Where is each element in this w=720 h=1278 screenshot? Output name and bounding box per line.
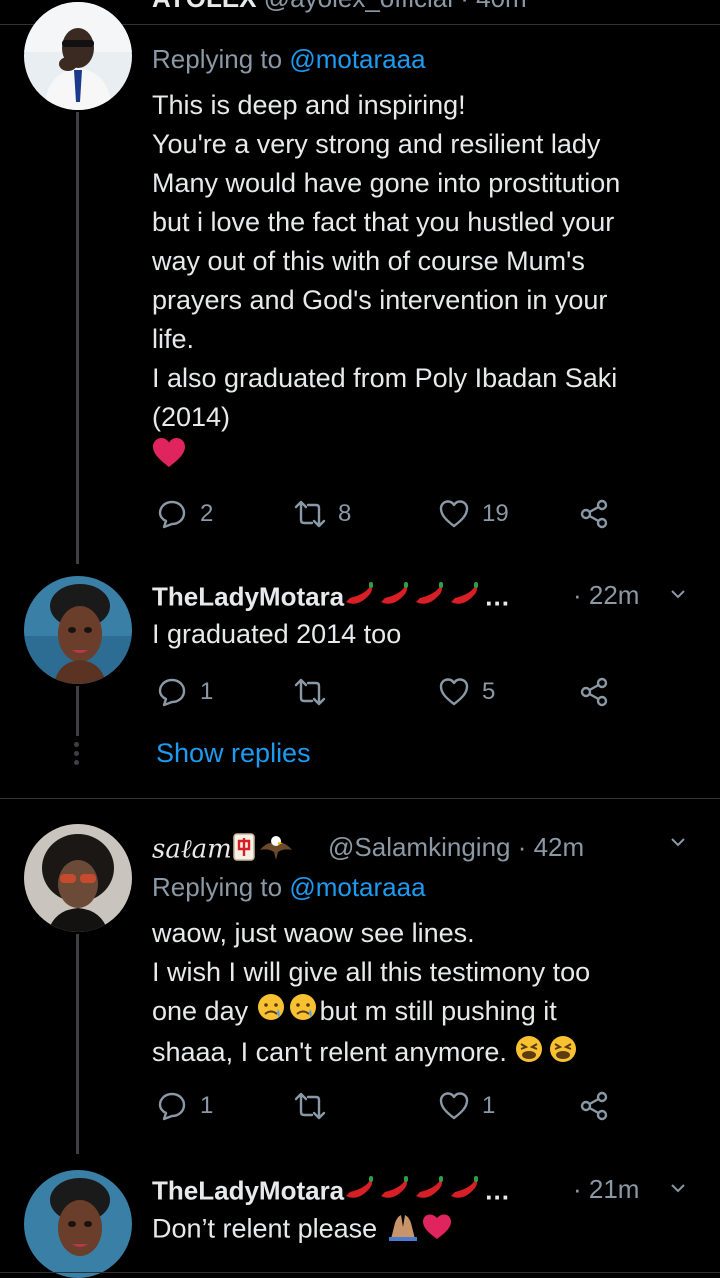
tweet2-time[interactable]: · 22m xyxy=(573,580,639,611)
share-button[interactable] xyxy=(578,1086,610,1126)
tweet1-line: life. xyxy=(152,324,195,354)
tweet3-handle-time[interactable]: @Salamkinging · 42m xyxy=(328,832,584,863)
tweet1-line: I also graduated from Poly Ibadan Saki xyxy=(152,363,618,393)
like-button[interactable]: 1 xyxy=(438,1086,495,1126)
chevron-down-icon[interactable] xyxy=(670,834,686,850)
tweet3-author-name[interactable]: saℓam xyxy=(152,834,232,864)
tweet1-actions: 2 8 19 xyxy=(152,494,622,534)
tweet3-line-part: shaaa, I can't relent anymore. xyxy=(152,1037,507,1068)
replying-handle-link[interactable]: @motaraaa xyxy=(289,872,425,902)
like-count: 19 xyxy=(482,500,509,527)
tweet1-line: way out of this with of course Mum's xyxy=(152,246,585,276)
heart-icon xyxy=(439,678,469,706)
reply-count: 1 xyxy=(200,1092,214,1119)
tweet1-line: prayers and God's intervention in your xyxy=(152,285,608,315)
tweet1-handle-time[interactable]: @ayolex_official · 40m xyxy=(264,0,527,13)
divider xyxy=(0,1272,720,1273)
tweet1-text: This is deep and inspiring! You're a ver… xyxy=(152,86,697,480)
tweet1-line: You're a very strong and resilient lady xyxy=(152,129,601,159)
retweet-button[interactable] xyxy=(294,1086,338,1126)
share-icon xyxy=(580,677,608,707)
tweet4-avatar[interactable] xyxy=(24,1170,132,1278)
tweet3-line: one day but m still pushing it xyxy=(152,992,697,1033)
tweet1-line: This is deep and inspiring! xyxy=(152,90,466,120)
eagle-emoji xyxy=(258,832,294,869)
divider xyxy=(0,798,720,799)
tweet2-line: I graduated 2014 too xyxy=(152,619,402,649)
praying-hands-heart-emoji xyxy=(385,1209,455,1252)
tweet1-header: AYOLEX @ayolex_official · 40m xyxy=(152,0,527,24)
tired-face-emoji xyxy=(514,1034,580,1075)
retweet-count: 8 xyxy=(338,500,352,527)
share-icon xyxy=(580,1091,608,1121)
like-count: 5 xyxy=(482,678,496,705)
tweet3-line-part: but m still pushing it xyxy=(319,996,557,1026)
thread-line xyxy=(76,686,79,736)
chili-pepper-emoji xyxy=(344,1174,484,1211)
tweet4-line-part: Don’t relent please xyxy=(152,1213,378,1244)
tweet3-text: waow, just waow see lines. I wish I will… xyxy=(152,914,697,1075)
tweet1-line: but i love the fact that you hustled you… xyxy=(152,207,615,237)
thread-line xyxy=(76,934,79,1154)
replying-handle-link[interactable]: @motaraaa xyxy=(289,44,425,74)
chevron-down-icon[interactable] xyxy=(670,586,686,602)
retweet-icon xyxy=(294,678,326,706)
share-button[interactable] xyxy=(578,494,610,534)
show-replies-link[interactable]: Show replies xyxy=(156,738,311,769)
tweet3-actions: 1 1 xyxy=(152,1086,622,1126)
tweet1-line: (2014) xyxy=(152,402,231,432)
red-heart-emoji xyxy=(152,437,697,480)
reply-count: 1 xyxy=(200,678,214,705)
mahjong-tile-emoji xyxy=(232,832,258,869)
tweet3-avatar[interactable] xyxy=(24,824,132,932)
like-count: 1 xyxy=(482,1092,496,1119)
reply-count: 2 xyxy=(200,500,214,527)
retweet-button[interactable]: 8 xyxy=(294,494,351,534)
name-ellipsis: … xyxy=(484,1175,511,1206)
reply-icon xyxy=(158,678,186,707)
tweet1-avatar[interactable] xyxy=(24,2,132,110)
tweet4-time[interactable]: · 21m xyxy=(573,1174,639,1205)
name-ellipsis: … xyxy=(484,581,511,612)
retweet-button[interactable] xyxy=(294,672,338,712)
tweet3-line: shaaa, I can't relent anymore. xyxy=(152,1033,697,1074)
chili-pepper-emoji xyxy=(344,580,484,617)
replying-label: Replying to xyxy=(152,44,283,74)
tweet2-avatar[interactable] xyxy=(24,576,132,684)
share-button[interactable] xyxy=(578,672,610,712)
reply-button[interactable]: 1 xyxy=(156,672,213,712)
share-icon xyxy=(580,499,608,529)
like-button[interactable]: 19 xyxy=(438,494,509,534)
tweet3-replying-to: Replying to @motaraaa xyxy=(152,872,426,903)
tweet3-line: waow, just waow see lines. xyxy=(152,918,475,948)
heart-icon xyxy=(439,1092,469,1120)
tweet4-text: Don’t relent please xyxy=(152,1209,697,1252)
tweet4-author-name[interactable]: TheLadyMotara xyxy=(152,1175,344,1205)
reply-icon xyxy=(158,500,186,529)
reply-button[interactable]: 2 xyxy=(156,494,213,534)
thread-line xyxy=(76,112,79,564)
tweet1-author-name[interactable]: AYOLEX xyxy=(152,0,257,13)
tweet1-replying-to: Replying to @motaraaa xyxy=(152,44,426,75)
tweet2-text: I graduated 2014 too xyxy=(152,615,697,654)
tweet2-author[interactable]: TheLadyMotara … xyxy=(152,580,510,617)
retweet-icon xyxy=(294,500,326,528)
disappointed-face-emoji xyxy=(256,992,320,1033)
tweet4-author[interactable]: TheLadyMotara … xyxy=(152,1174,510,1211)
tweet3-line: I wish I will give all this testimony to… xyxy=(152,957,591,987)
tweet1-line: Many would have gone into prostitution xyxy=(152,168,621,198)
heart-icon xyxy=(439,500,469,528)
tweet3-line-part: one day xyxy=(152,996,249,1026)
thread-dots xyxy=(73,742,81,769)
reply-button[interactable]: 1 xyxy=(156,1086,213,1126)
like-button[interactable]: 5 xyxy=(438,672,495,712)
retweet-icon xyxy=(294,1092,326,1120)
tweet2-actions: 1 5 xyxy=(152,672,622,712)
tweet4-line: Don’t relent please xyxy=(152,1209,697,1252)
reply-icon xyxy=(158,1092,186,1121)
tweet2-author-name[interactable]: TheLadyMotara xyxy=(152,581,344,611)
tweet3-author[interactable]: saℓam xyxy=(152,832,294,869)
chevron-down-icon[interactable] xyxy=(670,1180,686,1196)
replying-label: Replying to xyxy=(152,872,283,902)
